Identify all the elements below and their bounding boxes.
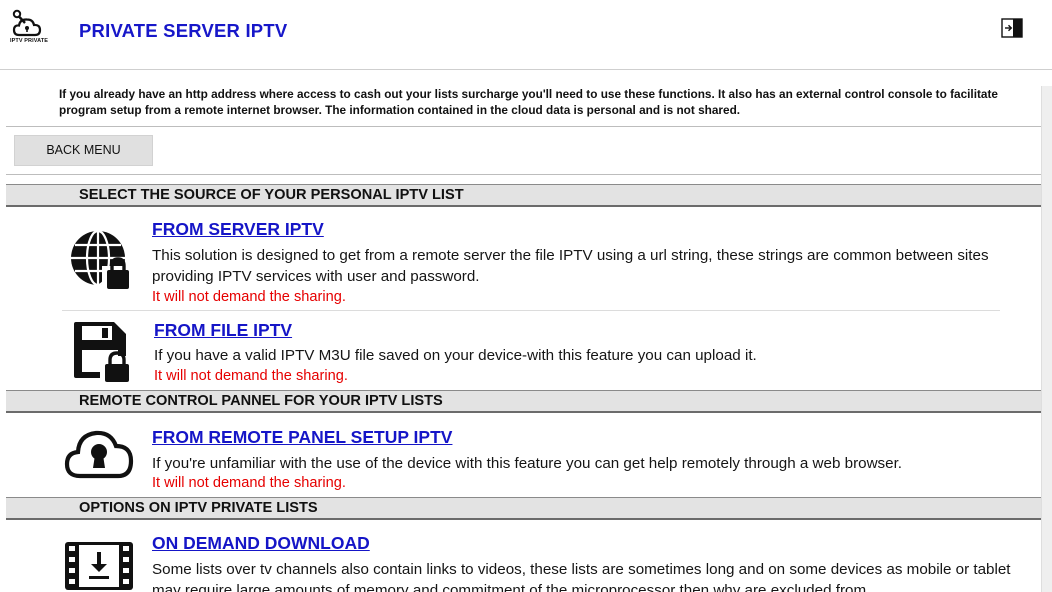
globe-lock-icon [68,226,134,290]
file-description: If you have a valid IPTV M3U file saved … [154,347,757,364]
remote-panel-warning: It will not demand the sharing. [152,475,346,491]
from-server-iptv-link[interactable]: FROM SERVER IPTV [152,219,324,240]
from-file-iptv-link[interactable]: FROM FILE IPTV [154,320,292,341]
main-content: If you already have an http address wher… [0,71,1041,592]
intro-text: If you already have an http address wher… [59,87,998,117]
exit-to-app-icon[interactable] [1001,18,1024,38]
section-header-source: SELECT THE SOURCE OF YOUR PERSONAL IPTV … [6,184,1041,207]
logo-text: IPTV PRIVATE [10,38,48,44]
back-menu-button[interactable]: BACK MENU [14,135,153,166]
vertical-scrollbar[interactable] [1041,86,1052,592]
from-remote-panel-setup-iptv-link[interactable]: FROM REMOTE PANEL SETUP IPTV [152,427,452,448]
cloud-keyhole-icon [64,423,134,487]
on-demand-download-link[interactable]: ON DEMAND DOWNLOAD [152,533,370,554]
section-header-options: OPTIONS ON IPTV PRIVATE LISTS [6,497,1041,520]
divider [6,126,1041,127]
floppy-lock-icon [72,320,136,384]
divider [6,174,1041,175]
section-header-remote: REMOTE CONTROL PANNEL FOR YOUR IPTV LIST… [6,390,1041,413]
server-warning: It will not demand the sharing. [152,289,346,305]
download-description: Some lists over tv channels also contain… [152,561,1011,592]
divider [62,310,1000,311]
film-download-icon [64,541,133,592]
server-description: This solution is designed to get from a … [152,247,989,285]
app-header: IPTV PRIVATE PRIVATE SERVER IPTV [0,0,1052,70]
app-title: PRIVATE SERVER IPTV [79,20,288,41]
file-warning: It will not demand the sharing. [154,368,348,384]
remote-panel-description: If you're unfamiliar with the use of the… [152,455,903,472]
